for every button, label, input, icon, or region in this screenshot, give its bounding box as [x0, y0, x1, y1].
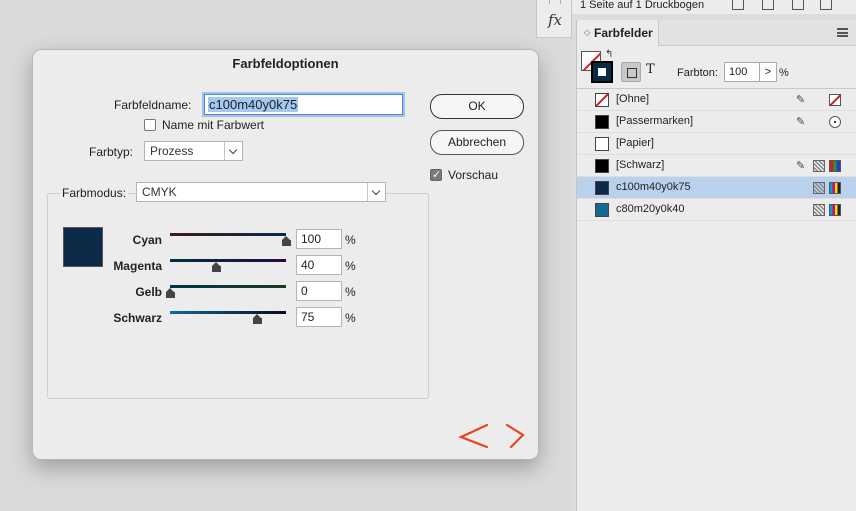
- color-type-label: Farbtyp:: [89, 145, 134, 159]
- panel-title: Farbfelder: [594, 26, 653, 40]
- slider-track[interactable]: [170, 233, 286, 236]
- swatches-panel: ◇ Farbfelder ↰ T Farbton: 100 > % [Ohne]…: [576, 20, 856, 511]
- annotation-arrows-icon: [458, 423, 525, 449]
- color-type-value: Prozess: [150, 144, 194, 158]
- swatch-chip: [595, 159, 609, 173]
- slider-thumb[interactable]: [211, 262, 221, 272]
- slider-thumb[interactable]: [165, 288, 175, 298]
- slider-track[interactable]: [170, 259, 286, 262]
- fill-stroke-widget[interactable]: ↰: [581, 49, 615, 85]
- name-with-value-checkbox[interactable]: [144, 119, 156, 131]
- dialog-title: Farbfeldoptionen: [232, 56, 339, 71]
- swap-icon[interactable]: ↰: [605, 49, 613, 60]
- swatch-name: [Papier]: [616, 137, 654, 149]
- swatch-row[interactable]: [Passermarken] ✎: [577, 111, 856, 133]
- none-icon: [829, 94, 841, 106]
- swatch-options-dialog: Farbfeldoptionen Farbfeldname: c100m40y0…: [32, 49, 539, 460]
- slider-track[interactable]: [170, 311, 286, 314]
- swatch-chip: [595, 203, 609, 217]
- process-icon: [813, 204, 825, 216]
- swatch-name: c80m20y0k40: [616, 203, 685, 215]
- channel-label: Schwarz: [113, 311, 162, 325]
- folder-icon[interactable]: [762, 0, 774, 10]
- chevron-down-icon: [224, 142, 242, 160]
- swatch-row[interactable]: [Ohne] ✎: [577, 89, 856, 111]
- collapse-icon[interactable]: ◇: [584, 28, 590, 37]
- chevron-down-icon: [367, 183, 385, 201]
- cmyk-icon: [829, 182, 841, 194]
- channel-unit: %: [345, 259, 356, 273]
- swatch-row[interactable]: c80m20y0k40: [577, 199, 856, 221]
- swatch-chip: [595, 93, 609, 107]
- preview-checkbox[interactable]: [430, 168, 442, 181]
- new-page-icon[interactable]: [792, 0, 804, 10]
- cmyk-icon: [829, 204, 841, 216]
- slider-track[interactable]: [170, 285, 286, 288]
- color-mode-select[interactable]: CMYK: [136, 182, 386, 202]
- swatch-name: [Schwarz]: [616, 159, 665, 171]
- channel-unit: %: [345, 285, 356, 299]
- pencil-icon: ✎: [796, 160, 806, 172]
- process-icon: [813, 182, 825, 194]
- swatch-name-value: c100m40y0k75: [208, 97, 299, 112]
- swatches-toolbar: ↰ T Farbton: 100 > %: [577, 46, 856, 88]
- swatch-name-label: Farbfeldname:: [114, 98, 192, 112]
- panel-header: ◇ Farbfelder: [577, 20, 856, 46]
- registration-icon: [829, 116, 841, 128]
- channel-value-input[interactable]: 40: [296, 255, 342, 275]
- channel-value-input[interactable]: 0: [296, 281, 342, 301]
- tint-unit: %: [779, 67, 789, 79]
- cancel-button[interactable]: Abbrechen: [430, 130, 524, 155]
- trash-icon[interactable]: [820, 0, 832, 10]
- panel-menu-icon[interactable]: [837, 28, 848, 37]
- swatch-name: [Ohne]: [616, 93, 650, 105]
- swatch-name: c100m40y0k75: [616, 181, 691, 193]
- color-type-select[interactable]: Prozess: [144, 141, 243, 161]
- tint-input[interactable]: 100: [724, 62, 760, 82]
- name-with-value-label: Name mit Farbwert: [162, 118, 265, 132]
- slider-thumb[interactable]: [252, 314, 262, 324]
- pencil-icon: ✎: [796, 116, 806, 128]
- fx-icon[interactable]: fx: [548, 11, 562, 29]
- pencil-icon: ✎: [796, 94, 806, 106]
- channel-label: Gelb: [135, 285, 162, 299]
- channel-label: Cyan: [132, 233, 162, 247]
- channel-label: Magenta: [113, 259, 162, 273]
- channel-unit: %: [345, 311, 356, 325]
- tab-swatches[interactable]: ◇ Farbfelder: [577, 20, 659, 46]
- swatch-row[interactable]: [Papier]: [577, 133, 856, 155]
- format-text-button[interactable]: T: [646, 62, 655, 77]
- channel-value-input[interactable]: 75: [296, 307, 342, 327]
- format-container-button[interactable]: [621, 62, 641, 82]
- channel-value-input[interactable]: 100: [296, 229, 342, 249]
- effects-panel-collapsed[interactable]: fx: [536, 0, 572, 38]
- swatch-list: [Ohne] ✎ [Passermarken] ✎ [Papier] [Schwarz] ✎…: [577, 88, 856, 221]
- page-options-icon[interactable]: [732, 0, 744, 10]
- grip-icon: [549, 0, 561, 4]
- swatch-name: [Passermarken]: [616, 115, 694, 127]
- slider-thumb[interactable]: [281, 236, 291, 246]
- color-mode-value: CMYK: [142, 185, 177, 199]
- stroke-color-icon[interactable]: [591, 61, 613, 83]
- swatch-row[interactable]: c100m40y0k75: [577, 177, 856, 199]
- swatch-chip: [595, 115, 609, 129]
- swatch-row[interactable]: [Schwarz] ✎: [577, 155, 856, 177]
- color-mode-label: Farbmodus:: [60, 186, 129, 200]
- tint-arrow-button[interactable]: >: [760, 62, 777, 82]
- process-icon: [813, 160, 825, 172]
- swatch-name-field[interactable]: c100m40y0k75: [204, 94, 403, 115]
- pages-info: 1 Seite auf 1 Druckbogen: [580, 0, 705, 11]
- channel-unit: %: [345, 233, 356, 247]
- swatch-chip: [595, 181, 609, 195]
- top-status-bar: 1 Seite auf 1 Druckbogen: [572, 0, 856, 14]
- tint-label: Farbton:: [677, 67, 718, 79]
- color-mode-icon: [829, 160, 841, 172]
- ok-button[interactable]: OK: [430, 94, 524, 119]
- preview-label: Vorschau: [448, 168, 499, 182]
- swatch-chip: [595, 137, 609, 151]
